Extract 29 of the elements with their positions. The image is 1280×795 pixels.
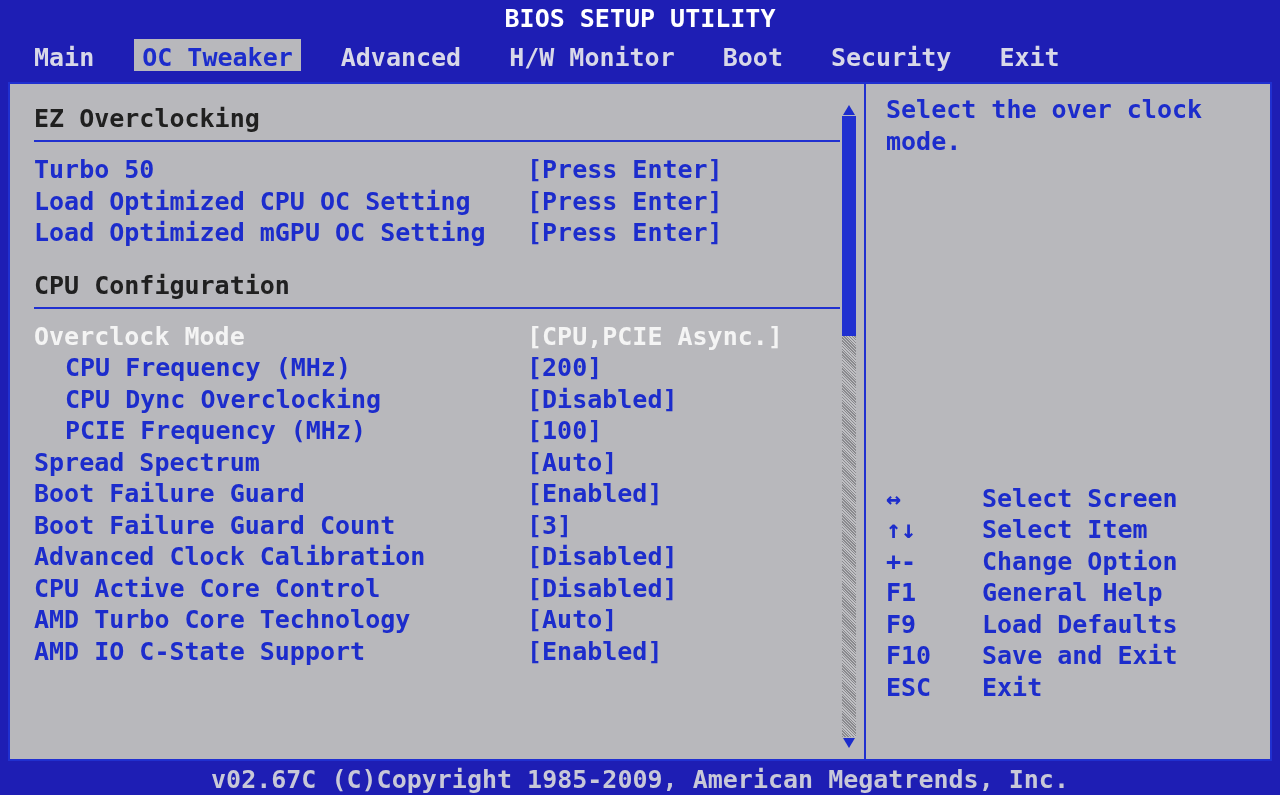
key-action: Save and Exit — [982, 640, 1178, 672]
menu-tab[interactable]: Advanced — [332, 39, 470, 71]
down-arrow-icon[interactable] — [842, 737, 856, 749]
key-action: Select Item — [982, 514, 1148, 546]
key-label: ↔ — [886, 482, 903, 515]
section-heading: EZ Overclocking — [34, 103, 260, 136]
menu-tab[interactable]: Security — [822, 39, 960, 71]
up-arrow-icon[interactable] — [842, 104, 856, 116]
key-action: Select Screen — [982, 482, 1178, 515]
key-action: General Help — [982, 577, 1163, 609]
scrollbar-thumb[interactable] — [842, 116, 856, 336]
menu-tab[interactable]: OC Tweaker — [134, 39, 301, 71]
key-label: ESC — [886, 671, 933, 704]
key-label: +- — [886, 545, 918, 578]
menu-tab[interactable]: Exit — [991, 39, 1068, 71]
menu-tab[interactable]: Boot — [714, 39, 791, 71]
key-action: Exit — [982, 671, 1043, 704]
section-heading: CPU Configuration — [34, 269, 290, 302]
menu-tab[interactable]: H/W Monitor — [501, 39, 683, 71]
key-label: F9 — [886, 608, 918, 641]
window-title: BIOS SETUP UTILITY — [504, 3, 776, 36]
menu-tab[interactable]: Main — [26, 39, 103, 71]
help-text: Select the over clock mode. — [886, 94, 1204, 158]
key-action: Load Defaults — [982, 608, 1178, 641]
key-label: ↑↓ — [886, 514, 918, 546]
key-label: F1 — [886, 577, 918, 609]
key-label: F10 — [886, 640, 933, 672]
key-action: Change Option — [982, 545, 1178, 578]
copyright-footer: v02.67C (C)Copyright 1985-2009, American Megatrends, Inc. — [211, 761, 1069, 795]
